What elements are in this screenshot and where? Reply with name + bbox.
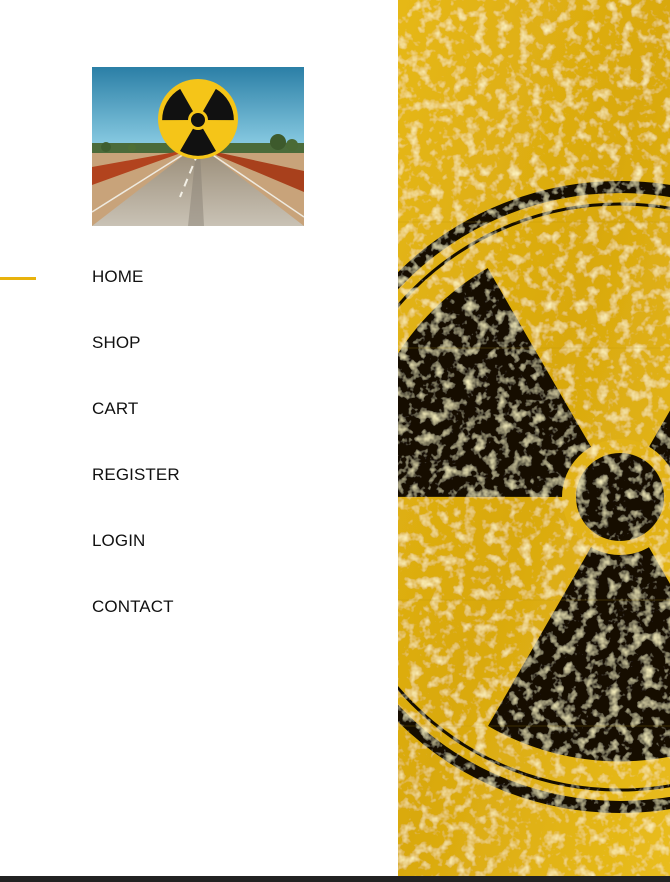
nav-item-label: SHOP <box>92 333 141 352</box>
nav-item-shop[interactable]: SHOP <box>92 332 180 398</box>
nav-item-login[interactable]: LOGIN <box>92 530 180 596</box>
main-nav: HOME SHOP CART REGISTER LOGIN CONTACT <box>92 266 180 662</box>
nav-item-home[interactable]: HOME <box>92 266 180 332</box>
nav-item-label: CONTACT <box>92 597 174 616</box>
hero-image <box>398 0 670 876</box>
nav-item-register[interactable]: REGISTER <box>92 464 180 530</box>
active-nav-indicator <box>0 277 36 280</box>
site-logo[interactable] <box>92 67 304 226</box>
radiation-road-logo-icon <box>92 67 304 226</box>
nav-item-contact[interactable]: CONTACT <box>92 596 180 662</box>
nav-item-label: LOGIN <box>92 531 146 550</box>
bottom-bar <box>0 876 670 882</box>
nav-item-label: CART <box>92 399 139 418</box>
radiation-hazard-icon <box>398 0 670 876</box>
nav-item-label: REGISTER <box>92 465 180 484</box>
nav-item-label: HOME <box>92 267 144 286</box>
sidebar: HOME SHOP CART REGISTER LOGIN CONTACT <box>0 0 398 876</box>
nav-item-cart[interactable]: CART <box>92 398 180 464</box>
